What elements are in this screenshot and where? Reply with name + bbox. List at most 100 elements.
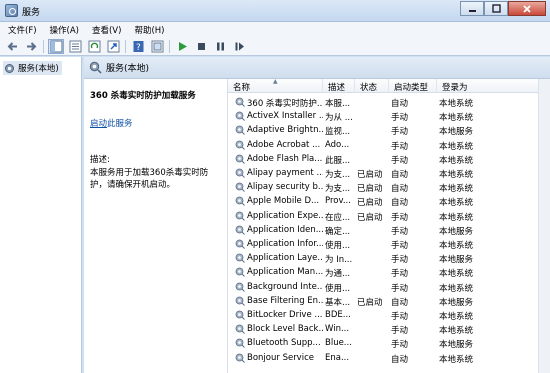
export-list-button[interactable] <box>105 39 121 54</box>
service-row[interactable]: Application Infor... 使用... 手动 本地系统 <box>228 237 550 251</box>
service-row[interactable]: ActiveX Installer ... 为从 ... 手动 本地系统 <box>228 109 550 123</box>
service-description: Prov... <box>325 196 351 207</box>
service-startup-type: 手动 <box>391 340 409 351</box>
service-row[interactable]: Application Iden... 确定... 手动 本地服务 <box>228 223 550 237</box>
start-service-link[interactable]: 启动 <box>90 119 107 129</box>
maximize-icon <box>491 4 501 13</box>
service-name: Adobe Acrobat ... <box>247 139 321 150</box>
back-arrow-icon <box>7 41 17 51</box>
services-list: ▲ 名称 描述 状态 启动类型 登录为 360 杀毒实时防护... 本服... 自动… <box>227 79 550 373</box>
refresh-icon <box>88 40 100 52</box>
service-row[interactable]: Block Level Back... Win... 手动 本地系统 <box>228 322 550 336</box>
service-description: Ena... <box>325 352 350 363</box>
close-button[interactable] <box>508 1 546 16</box>
minimize-icon <box>468 10 476 12</box>
service-name: Bonjour Service <box>247 352 314 363</box>
service-gear-icon <box>235 353 245 363</box>
service-description: 为 In... <box>325 255 353 266</box>
service-row[interactable]: Application Man... 为通... 手动 本地系统 <box>228 265 550 279</box>
console-tree-pane: 服务(本地) <box>0 57 82 373</box>
service-row[interactable]: 360 杀毒实时防护... 本服... 自动 本地系统 <box>228 95 550 109</box>
minimize-button[interactable] <box>460 1 484 16</box>
service-startup-type: 手动 <box>391 113 409 124</box>
restart-icon <box>235 42 244 50</box>
service-row[interactable]: Bluetooth Supp... Blue... 手动 本地服务 <box>228 336 550 350</box>
service-gear-icon <box>235 296 245 306</box>
tree-item-label: 服务(本地) <box>18 64 59 74</box>
service-description: 在应... <box>325 212 351 223</box>
service-startup-type: 自动 <box>391 354 409 365</box>
stop-service-button[interactable] <box>193 39 209 54</box>
title-bar[interactable]: 服务 <box>0 0 550 22</box>
service-logon-as: 本地系统 <box>439 141 474 152</box>
menu-action[interactable]: 操作(A) <box>42 22 84 37</box>
column-header-name[interactable]: ▲ 名称 <box>228 79 323 93</box>
back-button[interactable] <box>4 39 20 54</box>
service-gear-icon <box>235 225 245 235</box>
service-row[interactable]: Base Filtering En... 基本... 已启动 自动 本地服务 <box>228 294 550 308</box>
refresh-button[interactable] <box>86 39 102 54</box>
magnifier-gear-icon <box>89 61 102 74</box>
service-description: 确定... <box>325 226 351 237</box>
service-name: Block Level Back... <box>247 324 323 335</box>
column-header-status[interactable]: 状态 <box>355 79 389 93</box>
service-gear-icon <box>235 310 245 320</box>
service-description: Blue... <box>325 338 352 349</box>
service-startup-type: 自动 <box>391 184 409 195</box>
service-description: 为从 ... <box>325 113 353 124</box>
service-row[interactable]: Alipay security b... 为支... 已启动 自动 本地系统 <box>228 180 550 194</box>
service-name: Application Iden... <box>247 224 323 235</box>
service-name: Alipay security b... <box>247 182 323 193</box>
service-logon-as: 本地系统 <box>439 269 474 280</box>
service-row[interactable]: Alipay payment ... 为支... 已启动 自动 本地系统 <box>228 166 550 180</box>
column-header-desc[interactable]: 描述 <box>323 79 355 93</box>
help-button[interactable]: ? <box>130 39 146 54</box>
description-pane: 360 杀毒实时防护加载服务 启动此服务 描述: 本服务用于加载360杀毒实时防… <box>84 79 227 373</box>
menu-help[interactable]: 帮助(H) <box>126 22 169 37</box>
start-service-button[interactable] <box>174 39 190 54</box>
service-startup-type: 手动 <box>391 141 409 152</box>
pane-header-title: 服务(本地) <box>106 64 150 74</box>
service-gear-icon <box>235 196 245 207</box>
list-view-button[interactable] <box>67 39 83 54</box>
menu-file[interactable]: 文件(F) <box>0 22 42 37</box>
service-status: 已启动 <box>357 170 383 180</box>
console-tree-button[interactable] <box>48 38 64 54</box>
service-row[interactable]: Application Expe... 在应... 已启动 手动 本地系统 <box>228 209 550 223</box>
service-startup-type: 手动 <box>391 283 409 294</box>
service-logon-as: 本地服务 <box>439 340 474 351</box>
list-view-icon <box>69 40 81 52</box>
restart-service-button[interactable] <box>231 39 247 54</box>
service-row[interactable]: Adaptive Brightn... 监视... 手动 本地服务 <box>228 123 550 137</box>
column-header-logon[interactable]: 登录为 <box>437 79 537 93</box>
service-row[interactable]: Application Laye... 为 In... 手动 本地服务 <box>228 251 550 265</box>
service-description: 本服... <box>325 99 351 109</box>
service-row[interactable]: BitLocker Drive ... BDE... 手动 本地系统 <box>228 308 550 322</box>
service-row[interactable]: Apple Mobile D... Prov... 已启动 自动 本地系统 <box>228 194 550 208</box>
pane-header: 服务(本地) <box>84 57 550 79</box>
service-row[interactable]: Background Inte... 使用... 手动 本地系统 <box>228 280 550 294</box>
service-startup-type: 自动 <box>391 99 409 109</box>
service-description: 使用... <box>325 241 351 251</box>
service-name: 360 杀毒实时防护... <box>247 99 323 109</box>
vertical-scrollbar[interactable] <box>538 79 550 373</box>
column-header-startup[interactable]: 启动类型 <box>389 79 437 93</box>
service-logon-as: 本地系统 <box>439 312 474 322</box>
services-pane: 服务(本地) 360 杀毒实时防护加载服务 启动此服务 描述: 本服务用于加载3… <box>84 57 550 373</box>
pause-service-button[interactable] <box>212 39 228 54</box>
menu-view[interactable]: 查看(V) <box>84 22 126 37</box>
service-row[interactable]: Adobe Acrobat ... Ado... 手动 本地系统 <box>228 138 550 152</box>
service-startup-type: 手动 <box>391 127 409 138</box>
service-row[interactable]: Adobe Flash Pla... 此服... 手动 本地系统 <box>228 152 550 166</box>
tree-item-services-local[interactable]: 服务(本地) <box>3 61 62 75</box>
properties-button[interactable] <box>149 39 165 54</box>
selected-service-title: 360 杀毒实时防护加载服务 <box>90 91 196 101</box>
forward-button[interactable] <box>23 39 39 54</box>
sort-ascending-icon: ▲ <box>273 79 278 85</box>
service-row[interactable]: Bonjour Service Ena... 自动 本地系统 <box>228 351 550 365</box>
maximize-button[interactable] <box>484 1 508 16</box>
start-service-suffix: 此服务 <box>107 119 133 129</box>
properties-icon <box>151 40 163 52</box>
service-description: Ado... <box>325 139 350 150</box>
service-logon-as: 本地系统 <box>439 99 474 109</box>
